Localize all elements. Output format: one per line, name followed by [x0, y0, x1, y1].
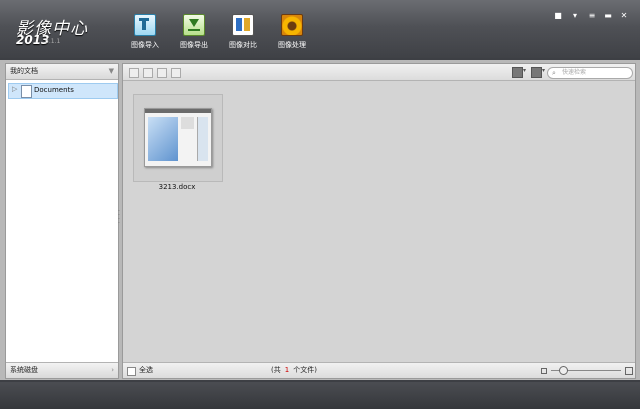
sidebar-header[interactable]: 我的文档 ▼	[6, 64, 118, 80]
sidebar-header-label: 我的文档	[10, 67, 38, 75]
sort-dropdown-icon[interactable]: ▾	[523, 67, 526, 74]
tree-item-documents[interactable]: ▷ Documents	[8, 83, 118, 99]
view-dropdown-icon[interactable]: ▾	[542, 67, 545, 74]
chevron-right-icon: ›	[111, 366, 114, 374]
image-export-button[interactable]: 图像导出	[169, 14, 219, 50]
compare-icon	[232, 14, 254, 36]
sort-icon[interactable]	[512, 67, 523, 78]
image-compare-label: 图像对比	[229, 41, 257, 49]
file-browser: ▾ ▾ ⌕ 快速检索 3213.docx 全选 (共 1 个文件)	[122, 63, 636, 379]
tree-item-label: Documents	[34, 86, 74, 94]
select-all-checkbox[interactable]	[127, 367, 136, 376]
image-import-button[interactable]: 图像导入	[120, 14, 170, 50]
image-process-label: 图像处理	[278, 41, 306, 49]
file-toolbar: ▾ ▾ ⌕ 快速检索	[123, 64, 635, 81]
app-version: 3.1.1	[45, 38, 61, 45]
image-export-label: 图像导出	[180, 41, 208, 49]
document-preview-icon	[144, 108, 212, 167]
status-bar: 全选 (共 1 个文件)	[123, 362, 635, 378]
file-count-prefix: (共	[271, 366, 281, 374]
delete-icon[interactable]	[171, 68, 181, 78]
zoom-in-icon[interactable]	[625, 367, 633, 375]
image-process-button[interactable]: 图像处理	[267, 14, 317, 50]
sidebar: 我的文档 ▼ ▷ Documents 系统磁盘 ›	[5, 63, 119, 379]
file-count-suffix: 个文件)	[293, 366, 317, 374]
image-compare-button[interactable]: 图像对比	[218, 14, 268, 50]
new-file-icon[interactable]	[143, 68, 153, 78]
sidebar-footer-label: 系统磁盘	[10, 366, 38, 374]
chevron-down-icon: ▼	[108, 67, 114, 75]
new-folder-icon[interactable]	[129, 68, 139, 78]
close-icon[interactable]: ✕	[619, 11, 629, 21]
zoom-slider-handle[interactable]	[559, 366, 568, 375]
bottom-bar	[0, 382, 640, 409]
title-bar: 影像中心 2013 3.1.1 图像导入 图像导出 图像对比 图像处理 ■ ▾ …	[0, 0, 640, 58]
zoom-out-icon[interactable]	[541, 368, 547, 374]
document-folder-icon	[21, 85, 32, 98]
sidebar-footer[interactable]: 系统磁盘 ›	[6, 362, 118, 378]
splitter-handle[interactable]: · · · ·	[118, 209, 121, 228]
menu-icon[interactable]: ≡	[587, 11, 597, 21]
file-count: (共 1 个文件)	[271, 363, 317, 378]
file-thumbnail[interactable]	[133, 94, 223, 182]
rename-icon[interactable]	[157, 68, 167, 78]
minimize-icon[interactable]: ▬	[603, 11, 613, 21]
settings-icon[interactable]: ▾	[570, 11, 580, 21]
file-name[interactable]: 3213.docx	[133, 183, 221, 191]
search-input[interactable]: ⌕ 快速检索	[547, 67, 633, 79]
view-mode-icon[interactable]	[531, 67, 542, 78]
file-count-value: 1	[284, 366, 290, 374]
search-icon: ⌕	[552, 69, 556, 77]
image-import-label: 图像导入	[131, 41, 159, 49]
select-all-label[interactable]: 全选	[139, 363, 153, 378]
search-placeholder: 快速检索	[562, 69, 587, 76]
skin-icon[interactable]: ■	[553, 11, 563, 21]
expand-arrow-icon[interactable]: ▷	[12, 85, 17, 93]
import-icon	[134, 14, 156, 36]
export-icon	[183, 14, 205, 36]
process-icon	[281, 14, 303, 36]
